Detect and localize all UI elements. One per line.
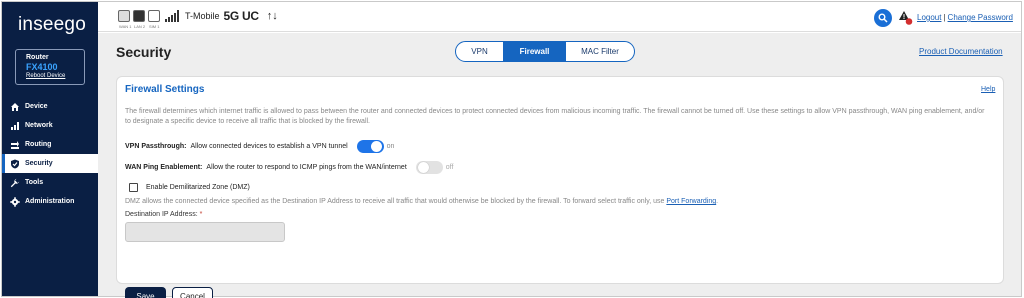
gear-icon	[9, 196, 20, 207]
main-content: Security VPN Firewall MAC Filter Product…	[98, 33, 1021, 298]
dmz-checkbox-label: Enable Demilitarized Zone (DMZ)	[146, 184, 250, 191]
link-separator: |	[943, 13, 946, 22]
page-title: Security	[116, 44, 172, 60]
port-forwarding-link[interactable]: Port Forwarding	[666, 198, 716, 205]
signal-bars-icon	[9, 120, 20, 131]
sidebar-item-network[interactable]: Network	[2, 116, 98, 135]
tab-vpn[interactable]: VPN	[456, 42, 504, 61]
network-type: 5G UC	[223, 9, 259, 23]
vpn-passthrough-desc: Allow connected devices to establish a V…	[190, 143, 348, 150]
firewall-description: The firewall determines which internet t…	[125, 108, 985, 125]
wan-ping-row: WAN Ping Enablement: Allow the router to…	[125, 161, 453, 174]
cancel-button[interactable]: Cancel	[172, 287, 213, 298]
router-info-box: Router FX4100 Reboot Device	[15, 49, 85, 85]
sidebar-item-label: Administration	[25, 198, 75, 205]
sidebar-item-label: Device	[25, 103, 48, 110]
destination-ip-input[interactable]	[125, 222, 285, 242]
top-bar: WAN 1 LAN 2 SIM 1 T-Mobile 5G UC ↑↓ Logo…	[98, 2, 1021, 32]
wan-ping-desc: Allow the router to respond to ICMP ping…	[206, 164, 407, 171]
wrench-icon	[9, 177, 20, 188]
vpn-passthrough-label: VPN Passthrough:	[125, 143, 187, 150]
sim-status-icon: SIM 1	[148, 10, 160, 29]
help-link[interactable]: Help	[981, 86, 995, 93]
carrier-name: T-Mobile	[185, 11, 220, 21]
account-links: Logout | Change Password	[917, 13, 1013, 22]
sidebar-item-security[interactable]: Security	[2, 154, 98, 173]
firewall-settings-card: Firewall Settings Help The firewall dete…	[116, 76, 1004, 284]
router-model: FX4100	[26, 62, 58, 72]
lan-status-icon: LAN 2	[133, 10, 145, 29]
wan-status-icon: WAN 1	[118, 10, 132, 29]
logout-link[interactable]: Logout	[917, 13, 941, 22]
data-transfer-icon: ↑↓	[266, 10, 278, 22]
sidebar-item-label: Security	[25, 160, 53, 167]
routing-icon	[9, 139, 20, 150]
card-title: Firewall Settings	[125, 84, 205, 95]
required-mark: *	[199, 211, 203, 218]
destination-ip-label: Destination IP Address: *	[125, 211, 203, 218]
sidebar-item-device[interactable]: Device	[2, 97, 98, 116]
wan-ping-label: WAN Ping Enablement:	[125, 164, 203, 171]
tab-mac-filter[interactable]: MAC Filter	[566, 42, 634, 61]
search-icon	[878, 13, 888, 23]
inseego-logo: inseego	[18, 14, 86, 35]
dmz-description: DMZ allows the connected device specifie…	[125, 198, 719, 205]
change-password-link[interactable]: Change Password	[948, 13, 1013, 22]
home-icon	[9, 101, 20, 112]
sidebar-item-label: Network	[25, 122, 53, 129]
security-tabs: VPN Firewall MAC Filter	[455, 41, 635, 62]
sidebar: inseego Router FX4100 Reboot Device Devi…	[2, 2, 98, 296]
wan-ping-state: off	[445, 164, 454, 171]
status-icons: WAN 1 LAN 2 SIM 1 T-Mobile 5G UC ↑↓	[118, 9, 278, 29]
reboot-device-link[interactable]: Reboot Device	[26, 72, 84, 81]
shield-icon	[9, 158, 20, 169]
router-label: Router	[26, 54, 49, 61]
product-documentation-link[interactable]: Product Documentation	[919, 47, 1003, 56]
dmz-row: Enable Demilitarized Zone (DMZ)	[125, 183, 250, 192]
search-button[interactable]	[874, 9, 892, 27]
sidebar-item-administration[interactable]: Administration	[2, 192, 98, 211]
save-button[interactable]: Save	[125, 287, 166, 298]
sidebar-item-label: Routing	[25, 141, 52, 148]
sidebar-item-routing[interactable]: Routing	[2, 135, 98, 154]
vpn-passthrough-toggle[interactable]	[356, 140, 384, 153]
dmz-checkbox[interactable]	[129, 183, 138, 192]
sidebar-nav: Device Network Routing Security Tools Ad…	[2, 97, 98, 211]
signal-strength-icon	[165, 10, 180, 22]
vpn-passthrough-row: VPN Passthrough: Allow connected devices…	[125, 140, 394, 153]
sidebar-item-tools[interactable]: Tools	[2, 173, 98, 192]
tab-firewall[interactable]: Firewall	[504, 42, 566, 61]
alert-icon[interactable]	[898, 10, 913, 25]
wan-ping-toggle[interactable]	[415, 161, 443, 174]
sidebar-item-label: Tools	[25, 179, 44, 186]
vpn-passthrough-state: on	[386, 143, 395, 150]
